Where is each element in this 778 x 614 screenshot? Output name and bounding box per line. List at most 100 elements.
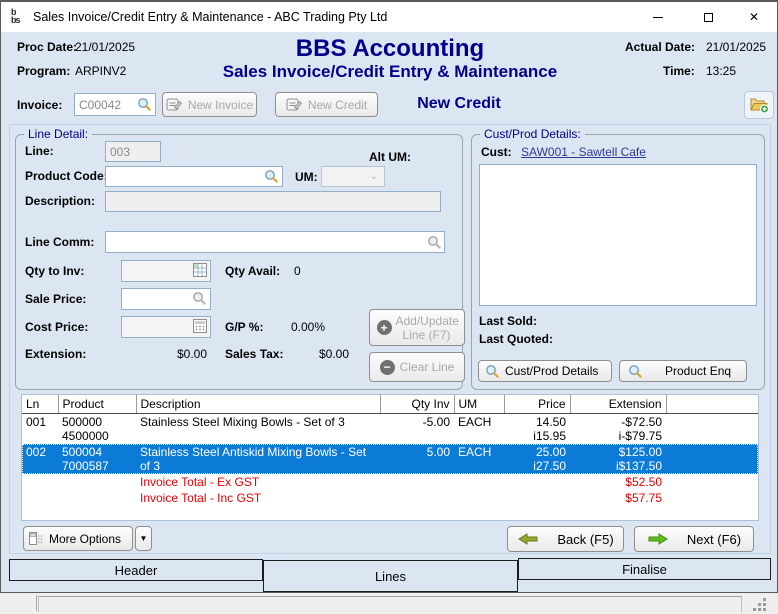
calculator-icon[interactable] [193, 319, 207, 338]
screen: bbs Sales Invoice/Credit Entry & Mainten… [0, 0, 778, 614]
program-value: ARPINV2 [75, 64, 126, 78]
screen-subtitle: Sales Invoice/Credit Entry & Maintenance [140, 62, 640, 82]
maximize-button[interactable] [685, 2, 731, 32]
lines-table: Ln Product Description Qty Inv UM Price … [21, 394, 759, 521]
status-divider [36, 595, 37, 611]
sales-tax-value: $0.00 [293, 347, 349, 361]
customer-link[interactable]: SAW001 - Sawtell Cafe [521, 145, 646, 159]
cell-price: 14.50i15.95 [504, 413, 570, 444]
options-list-icon [29, 531, 44, 546]
um-select[interactable]: ⌄ [321, 166, 385, 187]
cell-extension: $125.00i$137.50 [570, 444, 666, 474]
cust-prod-details-button[interactable]: Cust/Prod Details [478, 360, 612, 382]
extension-label: Extension: [25, 347, 86, 361]
next-button[interactable]: Next (F6) [634, 526, 754, 552]
minimize-icon [653, 17, 663, 18]
status-bar [0, 593, 778, 614]
back-button[interactable]: Back (F5) [507, 526, 624, 552]
qty-avail-label: Qty Avail: [225, 264, 280, 278]
invoice-label: Invoice: [17, 98, 62, 112]
sale-price-search-icon[interactable] [192, 291, 207, 311]
cust-prod-listbox[interactable] [479, 164, 757, 306]
invoice-search-icon[interactable] [137, 97, 152, 117]
cell-extension: -$72.50i-$79.75 [570, 413, 666, 444]
line-comm-search-icon[interactable] [427, 235, 442, 255]
qty-grid-icon[interactable] [193, 263, 207, 282]
last-sold-label: Last Sold: [479, 314, 537, 328]
cell-ln: 001 [22, 413, 58, 444]
folder-plus-icon [749, 96, 770, 114]
proc-date-label: Proc Date: [17, 40, 77, 54]
clear-line-button[interactable]: − Clear Line [369, 352, 465, 382]
close-button[interactable]: ✕ [731, 2, 777, 32]
minimize-button[interactable] [635, 2, 681, 32]
total-row-ex-gst: Invoice Total - Ex GST $52.50 [22, 474, 758, 490]
app-window: bbs Sales Invoice/Credit Entry & Mainten… [0, 0, 778, 593]
new-credit-button[interactable]: New Credit [275, 92, 378, 117]
app-title: BBS Accounting [190, 35, 590, 63]
col-um[interactable]: UM [454, 395, 504, 413]
tab-finalise-label: Finalise [622, 562, 667, 577]
resize-grip[interactable] [752, 597, 767, 611]
product-code-label: Product Code: [25, 169, 108, 183]
chevron-down-icon: ⌄ [370, 171, 378, 182]
description-input[interactable] [105, 191, 441, 212]
gp-value: 0.00% [291, 320, 325, 334]
actual-date-value: 21/01/2025 [706, 40, 766, 54]
col-qty-inv[interactable]: Qty Inv [380, 395, 454, 413]
cell-product: 5000047000587 [58, 444, 136, 474]
minus-circle-icon: − [380, 360, 395, 375]
time-value: 13:25 [706, 64, 736, 78]
line-number-input[interactable] [105, 141, 161, 162]
search-icon [628, 364, 643, 379]
cell-product: 5000004500000 [58, 413, 136, 444]
clear-line-label: Clear Line [400, 360, 455, 374]
qty-to-inv-label: Qty to Inv: [25, 264, 84, 278]
line-label: Line: [25, 144, 54, 158]
cell-filler [666, 444, 758, 474]
qty-avail-value: 0 [294, 264, 301, 278]
table-row-selected[interactable]: 002 5000047000587 Stainless Steel Antisk… [22, 444, 758, 474]
gp-label: G/P %: [225, 320, 263, 334]
cell-ln: 002 [22, 444, 58, 474]
app-icon: bbs [11, 8, 29, 26]
total-value: $57.75 [570, 490, 666, 506]
more-options-dropdown-button[interactable]: ▼ [135, 526, 152, 551]
total-value: $52.50 [570, 474, 666, 490]
more-options-label: More Options [49, 532, 121, 546]
cell-qty: 5.00 [380, 444, 454, 474]
arrow-right-icon [647, 533, 669, 545]
col-description[interactable]: Description [136, 395, 380, 413]
close-icon: ✕ [749, 10, 759, 24]
line-comm-input[interactable] [105, 231, 445, 253]
cust-prod-details-label: Cust/Prod Details [505, 364, 598, 378]
new-invoice-button[interactable]: New Invoice [162, 92, 257, 117]
product-code-input[interactable] [105, 166, 283, 187]
col-product[interactable]: Product [58, 395, 136, 413]
cell-filler [666, 413, 758, 444]
plus-circle-icon: + [377, 320, 392, 335]
more-options-button[interactable]: More Options [23, 526, 133, 551]
add-update-line-button[interactable]: + Add/Update Line (F7) [369, 309, 465, 346]
search-icon [485, 364, 500, 379]
table-row[interactable]: 001 5000004500000 Stainless Steel Mixing… [22, 413, 758, 444]
tab-header[interactable]: Header [9, 559, 263, 581]
product-enq-button[interactable]: Product Enq [619, 360, 747, 382]
table-header-row: Ln Product Description Qty Inv UM Price … [22, 395, 758, 413]
total-label: Invoice Total - Ex GST [136, 474, 380, 490]
proc-date-value: 21/01/2025 [75, 40, 135, 54]
col-extension[interactable]: Extension [570, 395, 666, 413]
back-label: Back (F5) [557, 532, 613, 547]
col-ln[interactable]: Ln [22, 395, 58, 413]
cell-um: EACH [454, 444, 504, 474]
product-search-icon[interactable] [264, 169, 279, 189]
tab-finalise[interactable]: Finalise [518, 558, 771, 580]
program-label: Program: [17, 64, 70, 78]
new-document-button[interactable] [744, 91, 774, 119]
tab-lines[interactable]: Lines [263, 560, 518, 592]
alt-um-label: Alt UM: [369, 150, 411, 164]
col-price[interactable]: Price [504, 395, 570, 413]
cost-price-label: Cost Price: [25, 320, 88, 334]
product-enq-label: Product Enq [665, 364, 731, 378]
cell-description: Stainless Steel Mixing Bowls - Set of 3 [136, 413, 380, 444]
